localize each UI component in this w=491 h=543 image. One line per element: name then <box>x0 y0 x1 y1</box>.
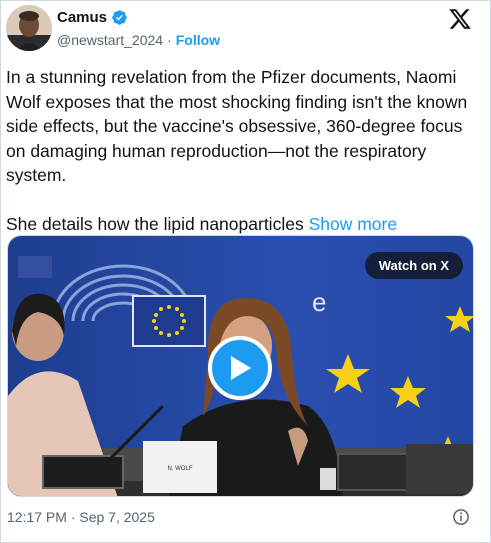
play-icon <box>231 356 251 380</box>
author-handle-row: @newstart_2024 · Follow <box>57 32 220 48</box>
follow-button[interactable]: Follow <box>176 32 220 48</box>
verified-badge-icon <box>112 10 127 25</box>
tweet-card: Camus @newstart_2024 · Follow In a stunn… <box>0 0 491 543</box>
info-icon[interactable] <box>452 508 470 526</box>
video-player[interactable]: e N. WOLF Watch on X <box>7 235 474 497</box>
nameplate-text: N. WOLF <box>168 466 193 472</box>
avatar[interactable] <box>6 5 52 51</box>
tweet-paragraph-1: In a stunning revelation from the Pfizer… <box>6 67 468 185</box>
tweet-timestamp[interactable]: 12:17 PM · Sep 7, 2025 <box>7 509 155 525</box>
x-logo-icon[interactable] <box>448 7 472 31</box>
tweet-text: In a stunning revelation from the Pfizer… <box>6 65 481 236</box>
author-name-row: Camus <box>57 9 128 26</box>
watch-on-x-button[interactable]: Watch on X <box>364 252 463 279</box>
author-display-name[interactable]: Camus <box>57 9 107 26</box>
tweet-paragraph-2: She details how the lipid nanoparticles … <box>6 212 481 237</box>
show-more-link[interactable]: Show more <box>309 214 398 234</box>
separator-dot: · <box>167 32 172 48</box>
svg-text:e: e <box>312 287 326 317</box>
author-handle[interactable]: @newstart_2024 <box>57 32 163 48</box>
play-button[interactable] <box>208 336 272 400</box>
eu-flag <box>132 295 206 347</box>
tweet-paragraph-2-text: She details how the lipid nanoparticles <box>6 213 304 234</box>
